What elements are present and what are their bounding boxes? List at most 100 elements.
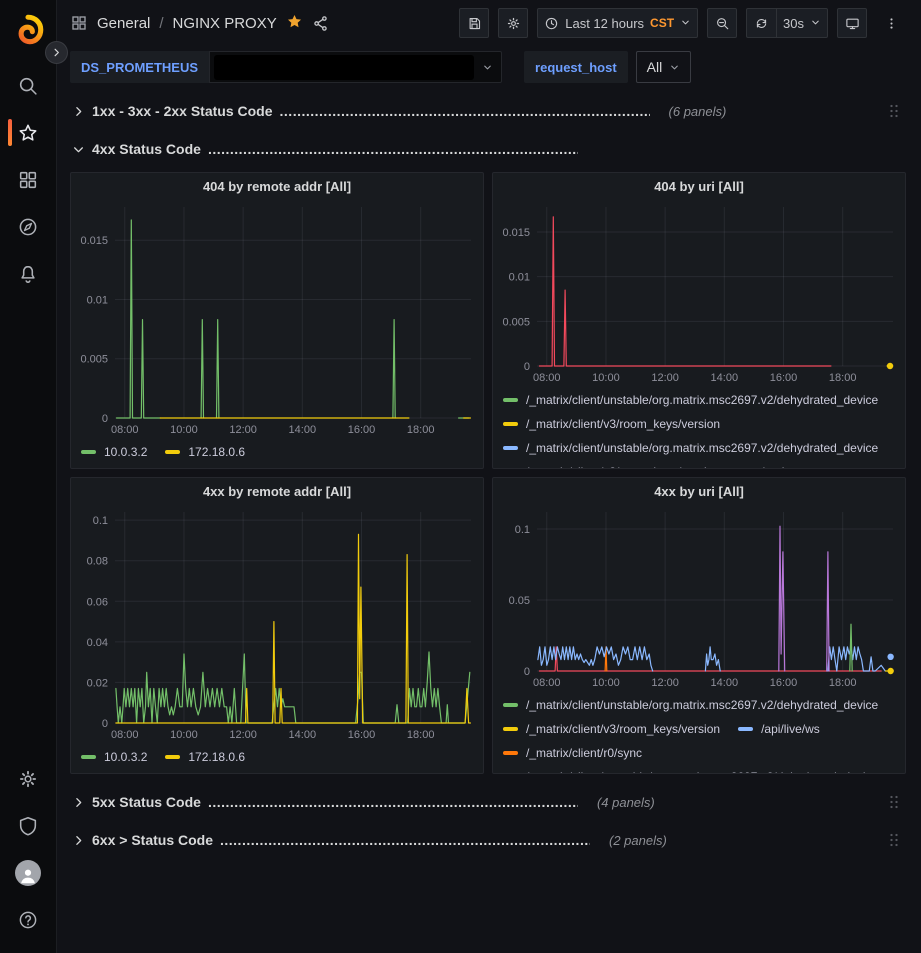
legend-row: /_matrix/client/v3/room_keys/version: [503, 412, 895, 436]
time-picker-button[interactable]: Last 12 hours CST: [537, 8, 698, 38]
sidebar-item-search[interactable]: [0, 62, 57, 109]
legend-item[interactable]: /sw.js: [738, 465, 790, 468]
legend-label: /_matrix/client/unstable/org.matrix.msc2…: [526, 393, 878, 407]
legend-swatch: [165, 755, 180, 759]
legend-item[interactable]: /_matrix/client/unstable/org.matrix.msc2…: [503, 698, 878, 712]
sidebar-item-configuration[interactable]: [0, 755, 57, 802]
legend-item[interactable]: 172.18.0.6: [165, 445, 245, 459]
chart-canvas[interactable]: 08:0010:0012:0014:0016:0018:0000.0050.01…: [493, 200, 905, 386]
svg-text:0: 0: [524, 361, 530, 373]
chevron-right-icon: [51, 47, 62, 58]
sidebar-item-profile[interactable]: [0, 849, 57, 896]
legend-item[interactable]: /_matrix/client/v3/room_keys/version: [503, 417, 720, 431]
refresh-interval-dropdown[interactable]: 30s: [776, 8, 828, 38]
refresh-icon: [754, 16, 769, 31]
sidebar-item-help[interactable]: [0, 896, 57, 943]
datasource-variable-value[interactable]: [209, 51, 502, 83]
row-drag-handle[interactable]: [884, 100, 904, 122]
row-6xx[interactable]: 6xx > Status Code ......................…: [70, 825, 906, 855]
star-icon: [17, 122, 39, 144]
legend-row: 10.0.3.2 172.18.0.6: [81, 745, 473, 769]
legend-item[interactable]: /_matrix/client/unstable/org.matrix.msc2…: [503, 441, 878, 455]
save-dashboard-button[interactable]: [459, 8, 489, 38]
row-title: 6xx > Status Code: [92, 832, 213, 848]
svg-text:18:00: 18:00: [407, 729, 435, 741]
legend-row: /_matrix/client/unstable/org.matrix.msc2…: [503, 436, 895, 460]
svg-text:10:00: 10:00: [170, 729, 198, 741]
breadcrumb-dashboard-title[interactable]: NGINX PROXY: [173, 15, 277, 32]
row-panel-count: (4 panels): [597, 795, 655, 810]
legend-label: /_matrix/client/unstable/org.matrix.msc2…: [526, 770, 878, 773]
help-icon: [17, 909, 39, 931]
legend-row: /_matrix/client/unstable/org.matrix.msc2…: [503, 693, 895, 717]
legend-item[interactable]: /_matrix/client/r0/sync: [503, 746, 642, 760]
sidebar-item-server-admin[interactable]: [0, 802, 57, 849]
request-host-variable-value[interactable]: All: [636, 51, 692, 83]
legend-label: 172.18.0.6: [188, 445, 245, 459]
chart-canvas[interactable]: 08:0010:0012:0014:0016:0018:0000.050.1: [493, 505, 905, 691]
share-button[interactable]: [312, 15, 329, 32]
panel-legend: 10.0.3.2 172.18.0.6: [71, 743, 483, 773]
svg-text:0.005: 0.005: [502, 316, 530, 328]
panel-title[interactable]: 4xx by uri [All]: [493, 478, 905, 505]
sidebar-expand-button[interactable]: [45, 41, 68, 64]
panel-title[interactable]: 404 by remote addr [All]: [71, 173, 483, 200]
legend-item[interactable]: /_matrix/client/v3/room_keys/version: [503, 465, 720, 468]
bell-icon: [17, 263, 39, 285]
panel-legend: /_matrix/client/unstable/org.matrix.msc2…: [493, 691, 905, 773]
sidebar-item-alerting[interactable]: [0, 250, 57, 297]
panel-title[interactable]: 4xx by remote addr [All]: [71, 478, 483, 505]
svg-text:08:00: 08:00: [111, 424, 139, 436]
favorite-star-button[interactable]: [286, 13, 303, 34]
dashboard-toolbar: General / NGINX PROXY: [70, 0, 906, 46]
cycle-view-mode-button[interactable]: [837, 8, 867, 38]
breadcrumb: General / NGINX PROXY: [70, 13, 329, 34]
refresh-button[interactable]: [746, 8, 776, 38]
grafana-logo[interactable]: [10, 12, 46, 48]
row-4xx[interactable]: 4xx Status Code ........................…: [70, 134, 906, 164]
svg-text:0: 0: [102, 718, 108, 730]
legend-label: /api/live/ws: [761, 722, 820, 736]
sidebar-item-dashboards[interactable]: [0, 156, 57, 203]
legend-label: /_matrix/client/r0/sync: [526, 746, 642, 760]
more-options-button[interactable]: [876, 8, 906, 38]
sidebar-item-starred[interactable]: [0, 109, 57, 156]
legend-item[interactable]: /api/live/ws: [738, 722, 820, 736]
row-5xx[interactable]: 5xx Status Code ........................…: [70, 787, 906, 817]
svg-text:14:00: 14:00: [711, 677, 739, 689]
chart-canvas[interactable]: 08:0010:0012:0014:0016:0018:0000.020.040…: [71, 505, 483, 743]
legend-item[interactable]: /_matrix/client/unstable/org.matrix.msc2…: [503, 770, 878, 773]
breadcrumb-folder[interactable]: General: [97, 15, 150, 32]
row-1xx-3xx-2xx[interactable]: 1xx - 3xx - 2xx Status Code ............…: [70, 96, 906, 126]
svg-text:10:00: 10:00: [592, 677, 620, 689]
time-range-label: Last 12 hours: [565, 16, 644, 31]
row-leader-dots: ........................................…: [280, 103, 650, 119]
row-drag-handle[interactable]: [884, 829, 904, 851]
legend-label: /_matrix/client/unstable/org.matrix.msc2…: [526, 441, 878, 455]
legend-item[interactable]: 172.18.0.6: [165, 750, 245, 764]
panel-title[interactable]: 404 by uri [All]: [493, 173, 905, 200]
legend-label: /_matrix/client/v3/room_keys/version: [526, 465, 720, 468]
request-host-variable-label[interactable]: request_host: [524, 51, 628, 83]
svg-text:14:00: 14:00: [289, 424, 317, 436]
legend-label: 172.18.0.6: [188, 750, 245, 764]
svg-text:0.1: 0.1: [93, 515, 108, 527]
row-drag-handle[interactable]: [884, 791, 904, 813]
legend-item[interactable]: 10.0.3.2: [81, 445, 147, 459]
legend-item[interactable]: 10.0.3.2: [81, 750, 147, 764]
legend-swatch: [81, 450, 96, 454]
row-panel-count: (2 panels): [609, 833, 667, 848]
sidebar-item-explore[interactable]: [0, 203, 57, 250]
chevron-down-icon: [669, 62, 680, 73]
legend-label: /_matrix/client/v3/room_keys/version: [526, 722, 720, 736]
legend-item[interactable]: /_matrix/client/v3/room_keys/version: [503, 722, 720, 736]
legend-item[interactable]: /_matrix/client/unstable/org.matrix.msc2…: [503, 393, 878, 407]
svg-text:12:00: 12:00: [229, 424, 257, 436]
chart-canvas[interactable]: 08:0010:0012:0014:0016:0018:0000.0050.01…: [71, 200, 483, 438]
timezone-label: CST: [650, 16, 674, 30]
datasource-variable-label[interactable]: DS_PROMETHEUS: [70, 51, 209, 83]
dashboard-settings-button[interactable]: [498, 8, 528, 38]
dashboards-icon: [17, 169, 39, 191]
row-leader-dots: ........................................…: [208, 794, 578, 810]
zoom-out-button[interactable]: [707, 8, 737, 38]
